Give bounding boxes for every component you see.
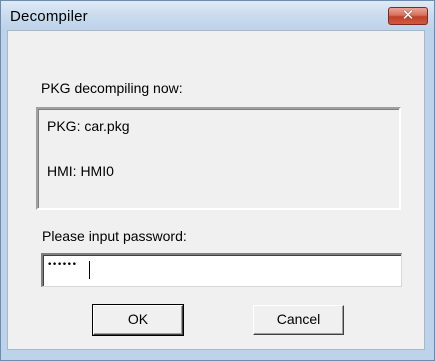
hmi-line: HMI: HMI0 <box>47 163 114 179</box>
ok-button[interactable]: OK <box>92 304 184 336</box>
cancel-button[interactable]: Cancel <box>253 305 344 335</box>
close-icon: ✕ <box>401 6 415 24</box>
close-button[interactable]: ✕ <box>388 6 428 25</box>
text-caret <box>89 261 90 279</box>
password-value: •••••• <box>47 260 77 270</box>
password-label: Please input password: <box>42 228 187 244</box>
pkg-line: PKG: car.pkg <box>47 118 130 134</box>
title-bar[interactable]: Decompiler ✕ <box>1 1 434 31</box>
window-title: Decompiler <box>10 8 88 25</box>
password-input[interactable]: •••••• <box>41 253 402 287</box>
status-label: PKG decompiling now: <box>41 80 183 96</box>
